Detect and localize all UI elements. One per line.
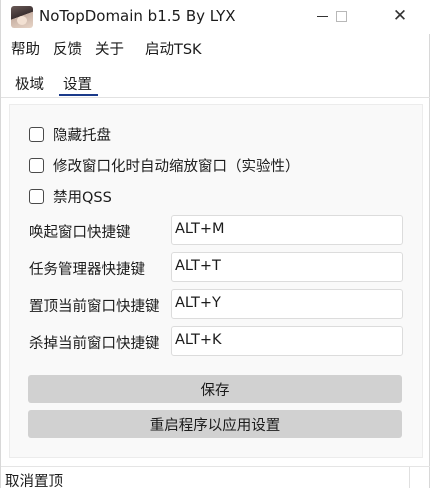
hotkey-pin-label: 置顶当前窗口快捷键 (29, 299, 160, 315)
close-icon: ✕ (392, 5, 408, 26)
menu-bar: 帮助 反馈 关于 启动TSK (1, 36, 430, 60)
hotkey-kill-input[interactable]: ALT+K (171, 326, 403, 356)
restart-apply-button[interactable]: 重启程序以应用设置 (28, 410, 402, 438)
hotkey-taskmgr-label: 任务管理器快捷键 (29, 262, 145, 278)
save-button[interactable]: 保存 (28, 375, 402, 403)
app-avatar-icon (11, 6, 33, 28)
menu-item-help[interactable]: 帮助 (1, 38, 48, 59)
disable-qss-checkbox[interactable] (29, 188, 44, 204)
hotkey-row-summon: 唤起窗口快捷键 ALT+M (29, 215, 403, 245)
hotkey-taskmgr-input[interactable]: ALT+T (171, 252, 403, 282)
status-bar: 取消置顶 (1, 466, 430, 488)
title-bar[interactable]: NoTopDomain b1.5 By LYX ✕ (1, 0, 430, 34)
status-divider (409, 467, 410, 488)
active-tab-indicator (59, 94, 98, 96)
tab-jiyu[interactable]: 极域 (15, 73, 44, 94)
menu-item-about[interactable]: 关于 (90, 38, 132, 59)
auto-scale-checkbox-row[interactable]: 修改窗口化时自动缩放窗口（实验性） (29, 155, 300, 175)
hide-tray-checkbox[interactable] (29, 126, 44, 142)
hide-tray-label: 隐藏托盘 (53, 127, 111, 144)
hotkey-row-taskmgr: 任务管理器快捷键 ALT+T (29, 252, 403, 282)
close-button[interactable]: ✕ (377, 0, 423, 32)
hotkey-row-kill: 杀掉当前窗口快捷键 ALT+K (29, 326, 403, 356)
hotkey-summon-label: 唤起窗口快捷键 (29, 225, 131, 241)
window-title: NoTopDomain b1.5 By LYX (39, 7, 236, 25)
menu-item-feedback[interactable]: 反馈 (48, 38, 90, 59)
auto-scale-checkbox[interactable] (29, 157, 44, 173)
hide-tray-checkbox-row[interactable]: 隐藏托盘 (29, 124, 111, 144)
hotkey-row-pin: 置顶当前窗口快捷键 ALT+Y (29, 289, 403, 319)
hotkey-summon-input[interactable]: ALT+M (171, 215, 403, 245)
auto-scale-label: 修改窗口化时自动缩放窗口（实验性） (53, 158, 300, 175)
disable-qss-label: 禁用QSS (53, 189, 112, 206)
hotkey-pin-input[interactable]: ALT+Y (171, 289, 403, 319)
status-unpin-text[interactable]: 取消置顶 (5, 470, 63, 488)
maximize-icon (335, 10, 347, 22)
disable-qss-checkbox-row[interactable]: 禁用QSS (29, 186, 112, 206)
app-window: NoTopDomain b1.5 By LYX ✕ 帮助 反馈 关于 启动TSK… (0, 0, 430, 488)
tab-bar: 极域 设置 (1, 66, 430, 98)
maximize-button[interactable] (318, 0, 364, 32)
hotkey-kill-label: 杀掉当前窗口快捷键 (29, 336, 160, 352)
menu-item-start-tsk[interactable]: 启动TSK (132, 38, 210, 59)
tab-settings[interactable]: 设置 (63, 73, 92, 94)
